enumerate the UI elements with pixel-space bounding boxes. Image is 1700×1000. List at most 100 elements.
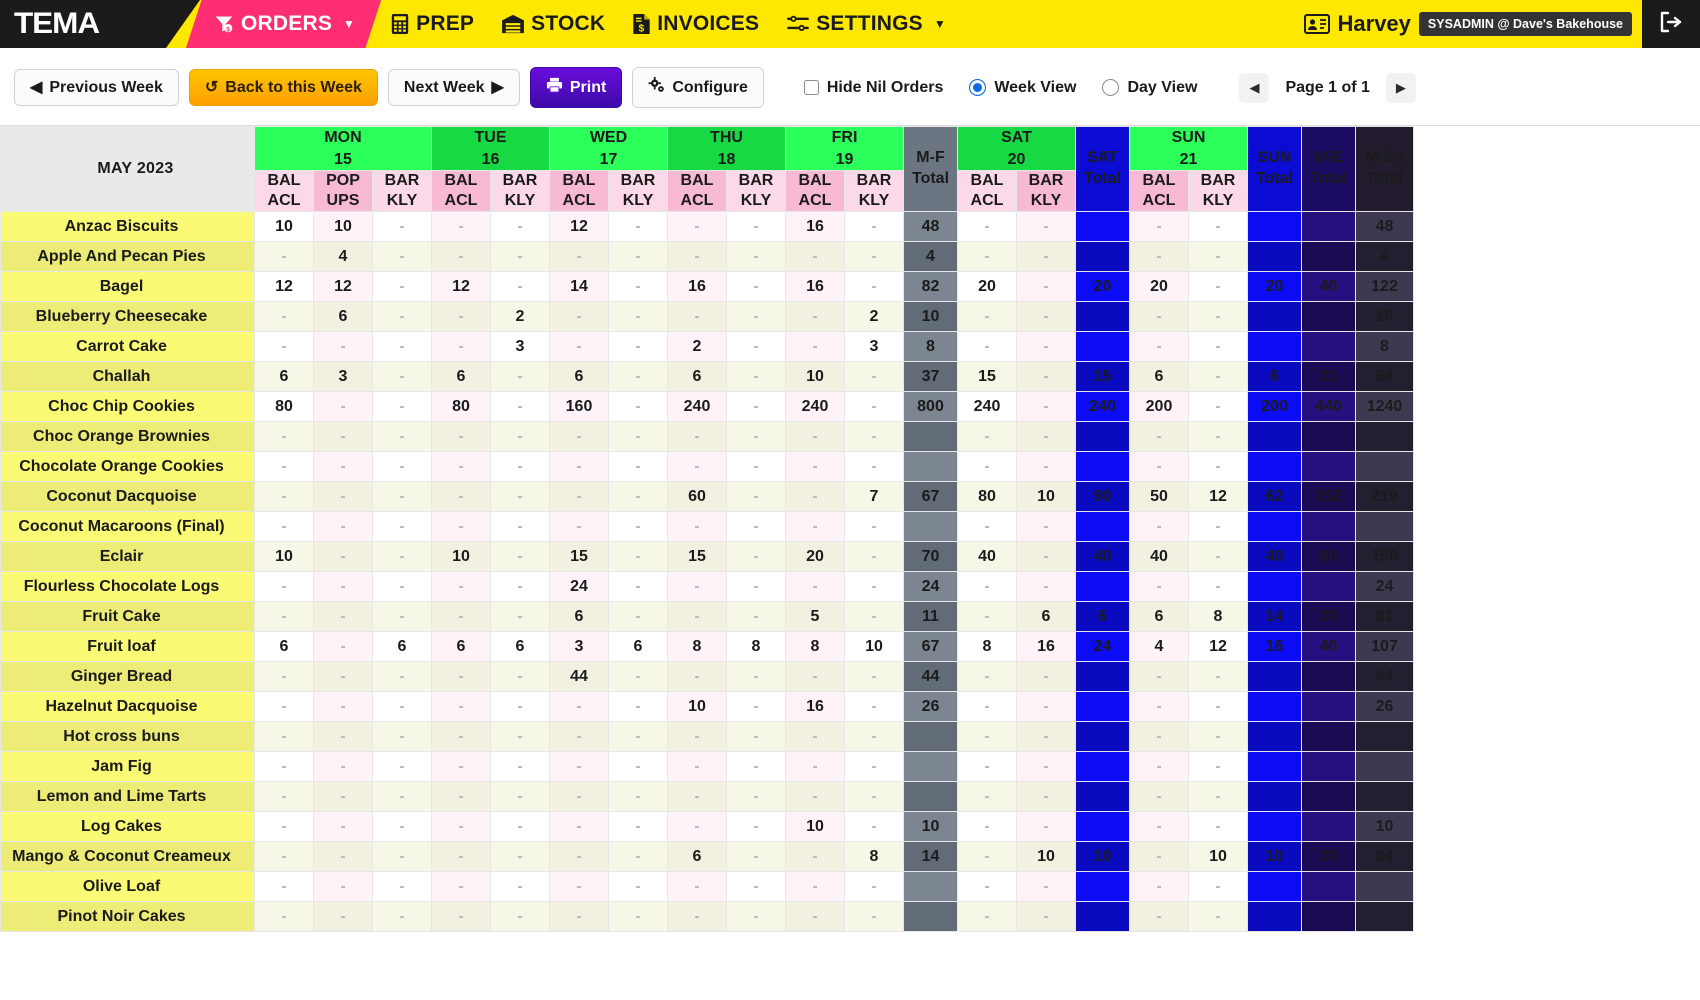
mf-total-cell[interactable]: 14 bbox=[903, 841, 958, 873]
sun-total-cell[interactable] bbox=[1247, 871, 1302, 903]
day-view-radio[interactable] bbox=[1102, 79, 1120, 96]
order-cell[interactable]: - bbox=[254, 691, 314, 723]
order-cell[interactable]: - bbox=[785, 841, 845, 873]
hide-nil-orders-option[interactable]: Hide Nil Orders bbox=[803, 79, 943, 97]
order-cell[interactable]: - bbox=[608, 781, 668, 813]
msn-total-cell[interactable] bbox=[1355, 511, 1414, 543]
order-cell[interactable]: 10 bbox=[1188, 841, 1248, 873]
order-cell[interactable]: - bbox=[785, 301, 845, 333]
sun-total-cell[interactable] bbox=[1247, 571, 1302, 603]
msn-total-cell[interactable] bbox=[1355, 901, 1414, 933]
order-cell[interactable]: - bbox=[1188, 811, 1248, 843]
week-view-radio[interactable] bbox=[969, 79, 987, 96]
order-cell[interactable]: - bbox=[1129, 871, 1189, 903]
product-name-cell[interactable]: Choc Chip Cookies bbox=[0, 391, 255, 423]
order-cell[interactable]: - bbox=[549, 841, 609, 873]
order-cell[interactable]: - bbox=[667, 571, 727, 603]
order-cell[interactable]: - bbox=[490, 661, 550, 693]
sat-total-cell[interactable]: 20 bbox=[1075, 271, 1130, 303]
page-next-button[interactable]: ▶ bbox=[1385, 72, 1416, 103]
table-row[interactable]: Pinot Noir Cakes - - - - - - - - - - - - - - - bbox=[0, 901, 1414, 933]
mf-total-cell[interactable]: 8 bbox=[903, 331, 958, 363]
sun-total-cell[interactable]: 62 bbox=[1247, 481, 1302, 513]
order-cell[interactable]: 6 bbox=[431, 631, 491, 663]
order-cell[interactable]: - bbox=[1016, 811, 1076, 843]
table-row[interactable]: Choc Chip Cookies 80- -80-160-240-240-800 2… bbox=[0, 391, 1414, 423]
msn-total-cell[interactable]: 26 bbox=[1355, 691, 1414, 723]
mf-total-cell[interactable]: 82 bbox=[903, 271, 958, 303]
order-cell[interactable]: - bbox=[667, 211, 727, 243]
we-total-cell[interactable]: 80 bbox=[1301, 541, 1356, 573]
order-cell[interactable]: - bbox=[1188, 751, 1248, 783]
order-cell[interactable]: - bbox=[490, 751, 550, 783]
order-cell[interactable]: - bbox=[254, 901, 314, 933]
table-row[interactable]: Jam Fig - - - - - - - - - - - - - - - bbox=[0, 751, 1414, 783]
order-cell[interactable]: - bbox=[1188, 661, 1248, 693]
order-cell[interactable]: - bbox=[372, 781, 432, 813]
order-cell[interactable]: - bbox=[844, 391, 904, 423]
order-cell[interactable]: - bbox=[844, 211, 904, 243]
order-cell[interactable]: - bbox=[1016, 781, 1076, 813]
sat-total-cell[interactable] bbox=[1075, 451, 1130, 483]
customer-header-balacl[interactable]: BAL ACL bbox=[431, 170, 491, 213]
order-cell[interactable]: 3 bbox=[313, 361, 373, 393]
order-cell[interactable]: 10 bbox=[844, 631, 904, 663]
order-cell[interactable]: - bbox=[608, 451, 668, 483]
order-cell[interactable]: 24 bbox=[549, 571, 609, 603]
order-cell[interactable]: - bbox=[549, 781, 609, 813]
order-cell[interactable]: - bbox=[372, 541, 432, 573]
order-cell[interactable]: - bbox=[1129, 781, 1189, 813]
order-cell[interactable]: - bbox=[431, 421, 491, 453]
order-cell[interactable]: - bbox=[957, 241, 1017, 273]
nav-item-invoices[interactable]: $ INVOICES bbox=[619, 0, 773, 48]
order-cell[interactable]: 6 bbox=[549, 361, 609, 393]
table-row[interactable]: Fruit loaf 6-6 6 6 3 6 8 8 8 10 67 8 16 24 4 12 16 40 107 bbox=[0, 631, 1414, 663]
order-cell[interactable]: - bbox=[785, 511, 845, 543]
day-header-sun[interactable]: SUN 21 bbox=[1129, 126, 1248, 172]
order-cell[interactable]: 6 bbox=[1016, 601, 1076, 633]
order-cell[interactable]: - bbox=[490, 571, 550, 603]
table-row[interactable]: Fruit Cake - - - - -6- - -5-11-6 6 6 8 14 20 31 bbox=[0, 601, 1414, 633]
order-cell[interactable]: - bbox=[726, 571, 786, 603]
order-cell[interactable]: - bbox=[667, 601, 727, 633]
order-cell[interactable]: - bbox=[254, 481, 314, 513]
customer-header-barkly[interactable]: BAR KLY bbox=[608, 170, 668, 213]
order-cell[interactable]: - bbox=[608, 601, 668, 633]
order-cell[interactable]: - bbox=[1188, 871, 1248, 903]
order-cell[interactable]: - bbox=[608, 241, 668, 273]
table-row[interactable]: Log Cakes - - - - - - - - -10-10- - - -10 bbox=[0, 811, 1414, 843]
mf-total-cell[interactable]: 800 bbox=[903, 391, 958, 423]
mf-total-cell[interactable] bbox=[903, 511, 958, 543]
order-cell[interactable]: - bbox=[1016, 901, 1076, 933]
order-cell[interactable]: - bbox=[1188, 241, 1248, 273]
order-cell[interactable]: - bbox=[957, 331, 1017, 363]
order-cell[interactable]: - bbox=[844, 751, 904, 783]
order-cell[interactable]: - bbox=[254, 511, 314, 543]
order-cell[interactable]: 15 bbox=[667, 541, 727, 573]
order-cell[interactable]: - bbox=[1188, 421, 1248, 453]
order-cell[interactable]: - bbox=[431, 691, 491, 723]
order-cell[interactable]: 6 bbox=[372, 631, 432, 663]
configure-button[interactable]: Configure bbox=[632, 67, 764, 108]
order-cell[interactable]: - bbox=[726, 781, 786, 813]
order-cell[interactable]: - bbox=[957, 841, 1017, 873]
we-total-cell[interactable] bbox=[1301, 751, 1356, 783]
mf-total-cell[interactable]: 67 bbox=[903, 481, 958, 513]
sat-total-cell[interactable] bbox=[1075, 421, 1130, 453]
order-cell[interactable]: 14 bbox=[549, 271, 609, 303]
we-total-cell[interactable]: 152 bbox=[1301, 481, 1356, 513]
order-cell[interactable]: - bbox=[313, 691, 373, 723]
msn-total-cell[interactable]: 150 bbox=[1355, 541, 1414, 573]
order-cell[interactable]: 12 bbox=[1188, 631, 1248, 663]
mf-total-cell[interactable]: 10 bbox=[903, 301, 958, 333]
mf-total-cell[interactable] bbox=[903, 871, 958, 903]
order-cell[interactable]: 8 bbox=[667, 631, 727, 663]
order-cell[interactable]: - bbox=[549, 901, 609, 933]
order-cell[interactable]: - bbox=[726, 361, 786, 393]
order-cell[interactable]: - bbox=[608, 691, 668, 723]
order-cell[interactable]: - bbox=[726, 301, 786, 333]
msn-total-cell[interactable]: 10 bbox=[1355, 811, 1414, 843]
order-cell[interactable]: - bbox=[1129, 511, 1189, 543]
order-cell[interactable]: 2 bbox=[844, 301, 904, 333]
product-name-cell[interactable]: Ginger Bread bbox=[0, 661, 255, 693]
